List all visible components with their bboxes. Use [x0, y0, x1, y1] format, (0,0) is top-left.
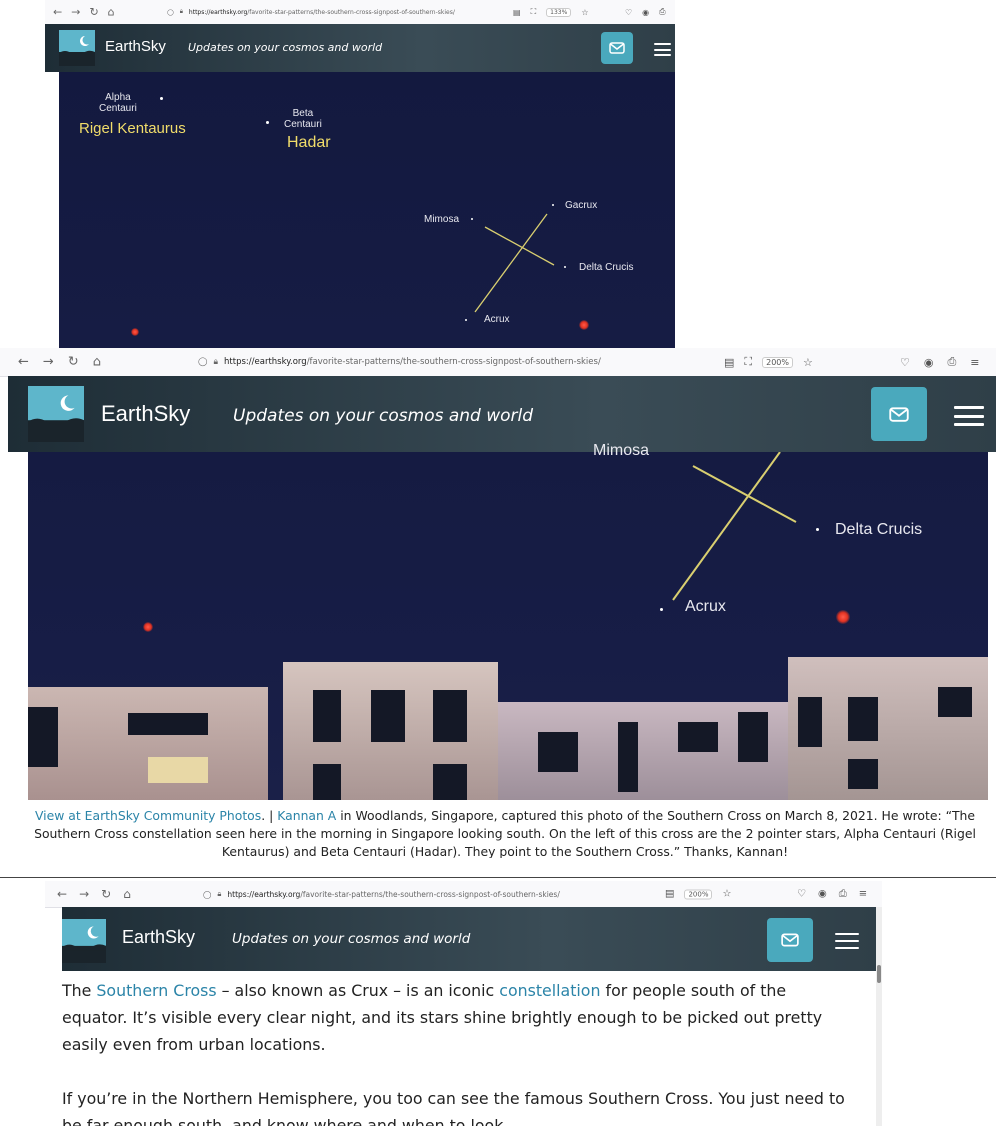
cross-lines — [474, 213, 555, 313]
browser-toolbar: ← → ↻ ⌂ ◯ 🔒︎ https://earthsky.org/favori… — [45, 881, 882, 908]
account-icon[interactable]: ◉ — [924, 356, 934, 369]
southern-cross-photo-top: Alpha Centauri Rigel Kentaurus Beta Cent… — [59, 72, 675, 350]
app-menu-icon[interactable]: ≡ — [970, 356, 979, 369]
earthsky-logo[interactable] — [62, 919, 106, 963]
southern-cross-link[interactable]: Southern Cross — [96, 981, 216, 1000]
screenshot-panel-3: ← → ↻ ⌂ ◯ 🔒︎ https://earthsky.org/favori… — [45, 881, 882, 1126]
photographer-link[interactable]: Kannan A — [277, 808, 336, 823]
zoom-indicator[interactable]: 200% — [762, 356, 793, 368]
lock-icon: 🔒︎ — [213, 357, 219, 367]
reload-icon[interactable]: ↻ — [68, 355, 79, 370]
building — [498, 702, 798, 800]
url-bar[interactable]: ◯ 🔒︎ https://earthsky.org/favorite-star-… — [198, 357, 601, 367]
brand-name[interactable]: EarthSky — [105, 38, 166, 55]
red-star — [579, 320, 589, 330]
lock-icon: 🔒︎ — [179, 8, 183, 15]
browser-toolbar: ← → ↻ ⌂ ◯ 🔒︎ https://earthsky.org/favori… — [45, 0, 675, 25]
photo-caption: View at EarthSky Community Photos. | Kan… — [30, 807, 980, 858]
building — [283, 662, 498, 800]
article-paragraph: The Southern Cross – also known as Crux … — [62, 981, 823, 1054]
extensions-icon[interactable]: ⎙ — [947, 355, 956, 369]
reader-view-icon[interactable]: ▤ — [513, 8, 521, 17]
home-icon[interactable]: ⌂ — [123, 887, 131, 901]
url-path: /favorite-star-patterns/the-southern-cro… — [300, 889, 560, 899]
url-bar[interactable]: ◯ 🔒︎ https://earthsky.org/favorite-star-… — [167, 8, 455, 16]
account-icon[interactable]: ◉ — [818, 889, 827, 900]
reader-view-icon[interactable]: ▤ — [724, 356, 734, 369]
url-host: https://earthsky.org — [188, 8, 248, 16]
red-star — [836, 610, 850, 624]
mail-icon — [781, 933, 799, 947]
bookmark-star-icon[interactable]: ☆ — [722, 889, 731, 900]
back-icon[interactable]: ← — [57, 887, 67, 901]
article-body: The Southern Cross – also known as Crux … — [62, 977, 852, 1126]
url-path: /favorite-star-patterns/the-southern-cro… — [247, 8, 455, 16]
url-path: /favorite-star-patterns/the-southern-cro… — [306, 357, 601, 367]
home-icon[interactable]: ⌂ — [108, 6, 115, 19]
article-paragraph: If you’re in the Northern Hemisphere, yo… — [62, 1089, 845, 1126]
screenshot-panel-2: ← → ↻ ⌂ ◯ 🔒︎ https://earthsky.org/favori… — [0, 348, 996, 858]
url-host: https://earthsky.org — [224, 357, 307, 367]
reload-icon[interactable]: ↻ — [89, 6, 98, 19]
home-icon[interactable]: ⌂ — [93, 355, 101, 370]
divider — [0, 877, 996, 878]
zoom-indicator[interactable]: 200% — [684, 889, 713, 899]
reader-view-icon[interactable]: ▤ — [665, 889, 674, 900]
earthsky-logo[interactable] — [59, 30, 95, 66]
pocket-icon[interactable]: ♡ — [625, 8, 632, 17]
scrollbar[interactable] — [876, 907, 882, 1126]
app-menu-icon[interactable]: ≡ — [859, 889, 867, 900]
forward-icon[interactable]: → — [43, 355, 54, 370]
community-photos-link[interactable]: View at EarthSky Community Photos — [35, 808, 261, 823]
menu-button[interactable] — [954, 406, 984, 426]
newsletter-button[interactable] — [767, 918, 813, 962]
screenshot-icon[interactable]: ⛶ — [744, 355, 752, 369]
url-host: https://earthsky.org — [227, 889, 301, 899]
extensions-icon[interactable]: ⎙ — [659, 7, 665, 17]
brand-name[interactable]: EarthSky — [122, 927, 195, 948]
screenshot-icon[interactable]: ⛶ — [531, 7, 537, 17]
red-star — [131, 328, 139, 336]
back-icon[interactable]: ← — [53, 6, 62, 19]
reload-icon[interactable]: ↻ — [101, 887, 111, 901]
extensions-icon[interactable]: ⎙ — [839, 889, 847, 900]
site-tagline: Updates on your cosmos and world — [188, 41, 383, 54]
site-header: EarthSky Updates on your cosmos and worl… — [62, 907, 876, 971]
pocket-icon[interactable]: ♡ — [900, 356, 910, 369]
menu-button[interactable] — [835, 933, 859, 949]
newsletter-button[interactable] — [601, 32, 633, 64]
site-tagline: Updates on your cosmos and world — [232, 931, 471, 947]
earthsky-logo[interactable] — [28, 386, 84, 442]
account-icon[interactable]: ◉ — [642, 8, 649, 17]
back-icon[interactable]: ← — [18, 355, 29, 370]
site-header: EarthSky Updates on your cosmos and worl… — [45, 24, 675, 72]
browser-toolbar: ← → ↻ ⌂ ◯ 🔒︎ https://earthsky.org/favori… — [0, 348, 996, 377]
building — [788, 657, 988, 800]
pocket-icon[interactable]: ♡ — [797, 889, 806, 900]
shield-icon: ◯ — [203, 889, 212, 899]
constellation-link[interactable]: constellation — [499, 981, 600, 1000]
mail-icon — [609, 42, 625, 54]
building — [28, 687, 268, 800]
url-bar[interactable]: ◯ 🔒︎ https://earthsky.org/favorite-star-… — [203, 889, 560, 899]
menu-button[interactable] — [654, 43, 671, 56]
southern-cross-photo-zoomed: Mimosa Delta Crucis Acrux — [28, 442, 988, 800]
red-star — [143, 622, 153, 632]
bookmark-star-icon[interactable]: ☆ — [803, 356, 813, 369]
newsletter-button[interactable] — [871, 387, 927, 441]
forward-icon[interactable]: → — [79, 887, 89, 901]
lock-icon: 🔒︎ — [217, 889, 222, 898]
screenshot-panel-1: ← → ↻ ⌂ ◯ 🔒︎ https://earthsky.org/favori… — [45, 0, 675, 350]
shield-icon: ◯ — [167, 8, 174, 16]
site-tagline: Updates on your cosmos and world — [233, 406, 534, 426]
brand-name[interactable]: EarthSky — [101, 401, 190, 427]
zoom-indicator[interactable]: 133% — [546, 7, 572, 17]
mail-icon — [889, 406, 909, 422]
scrollbar-thumb[interactable] — [877, 965, 881, 983]
caption-separator: . | — [261, 808, 278, 823]
shield-icon: ◯ — [198, 357, 208, 367]
bookmark-star-icon[interactable]: ☆ — [581, 8, 588, 17]
forward-icon[interactable]: → — [71, 6, 80, 19]
site-header: EarthSky Updates on your cosmos and worl… — [8, 376, 996, 452]
